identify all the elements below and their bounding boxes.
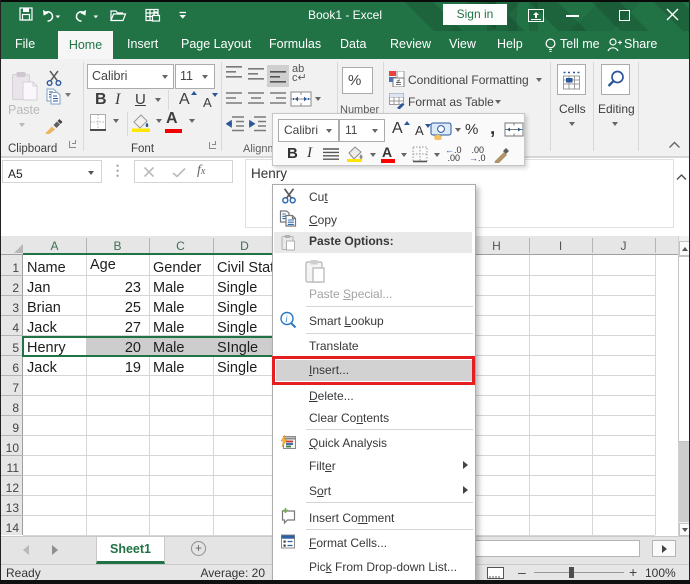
svg-text:≠: ≠ — [397, 79, 401, 86]
